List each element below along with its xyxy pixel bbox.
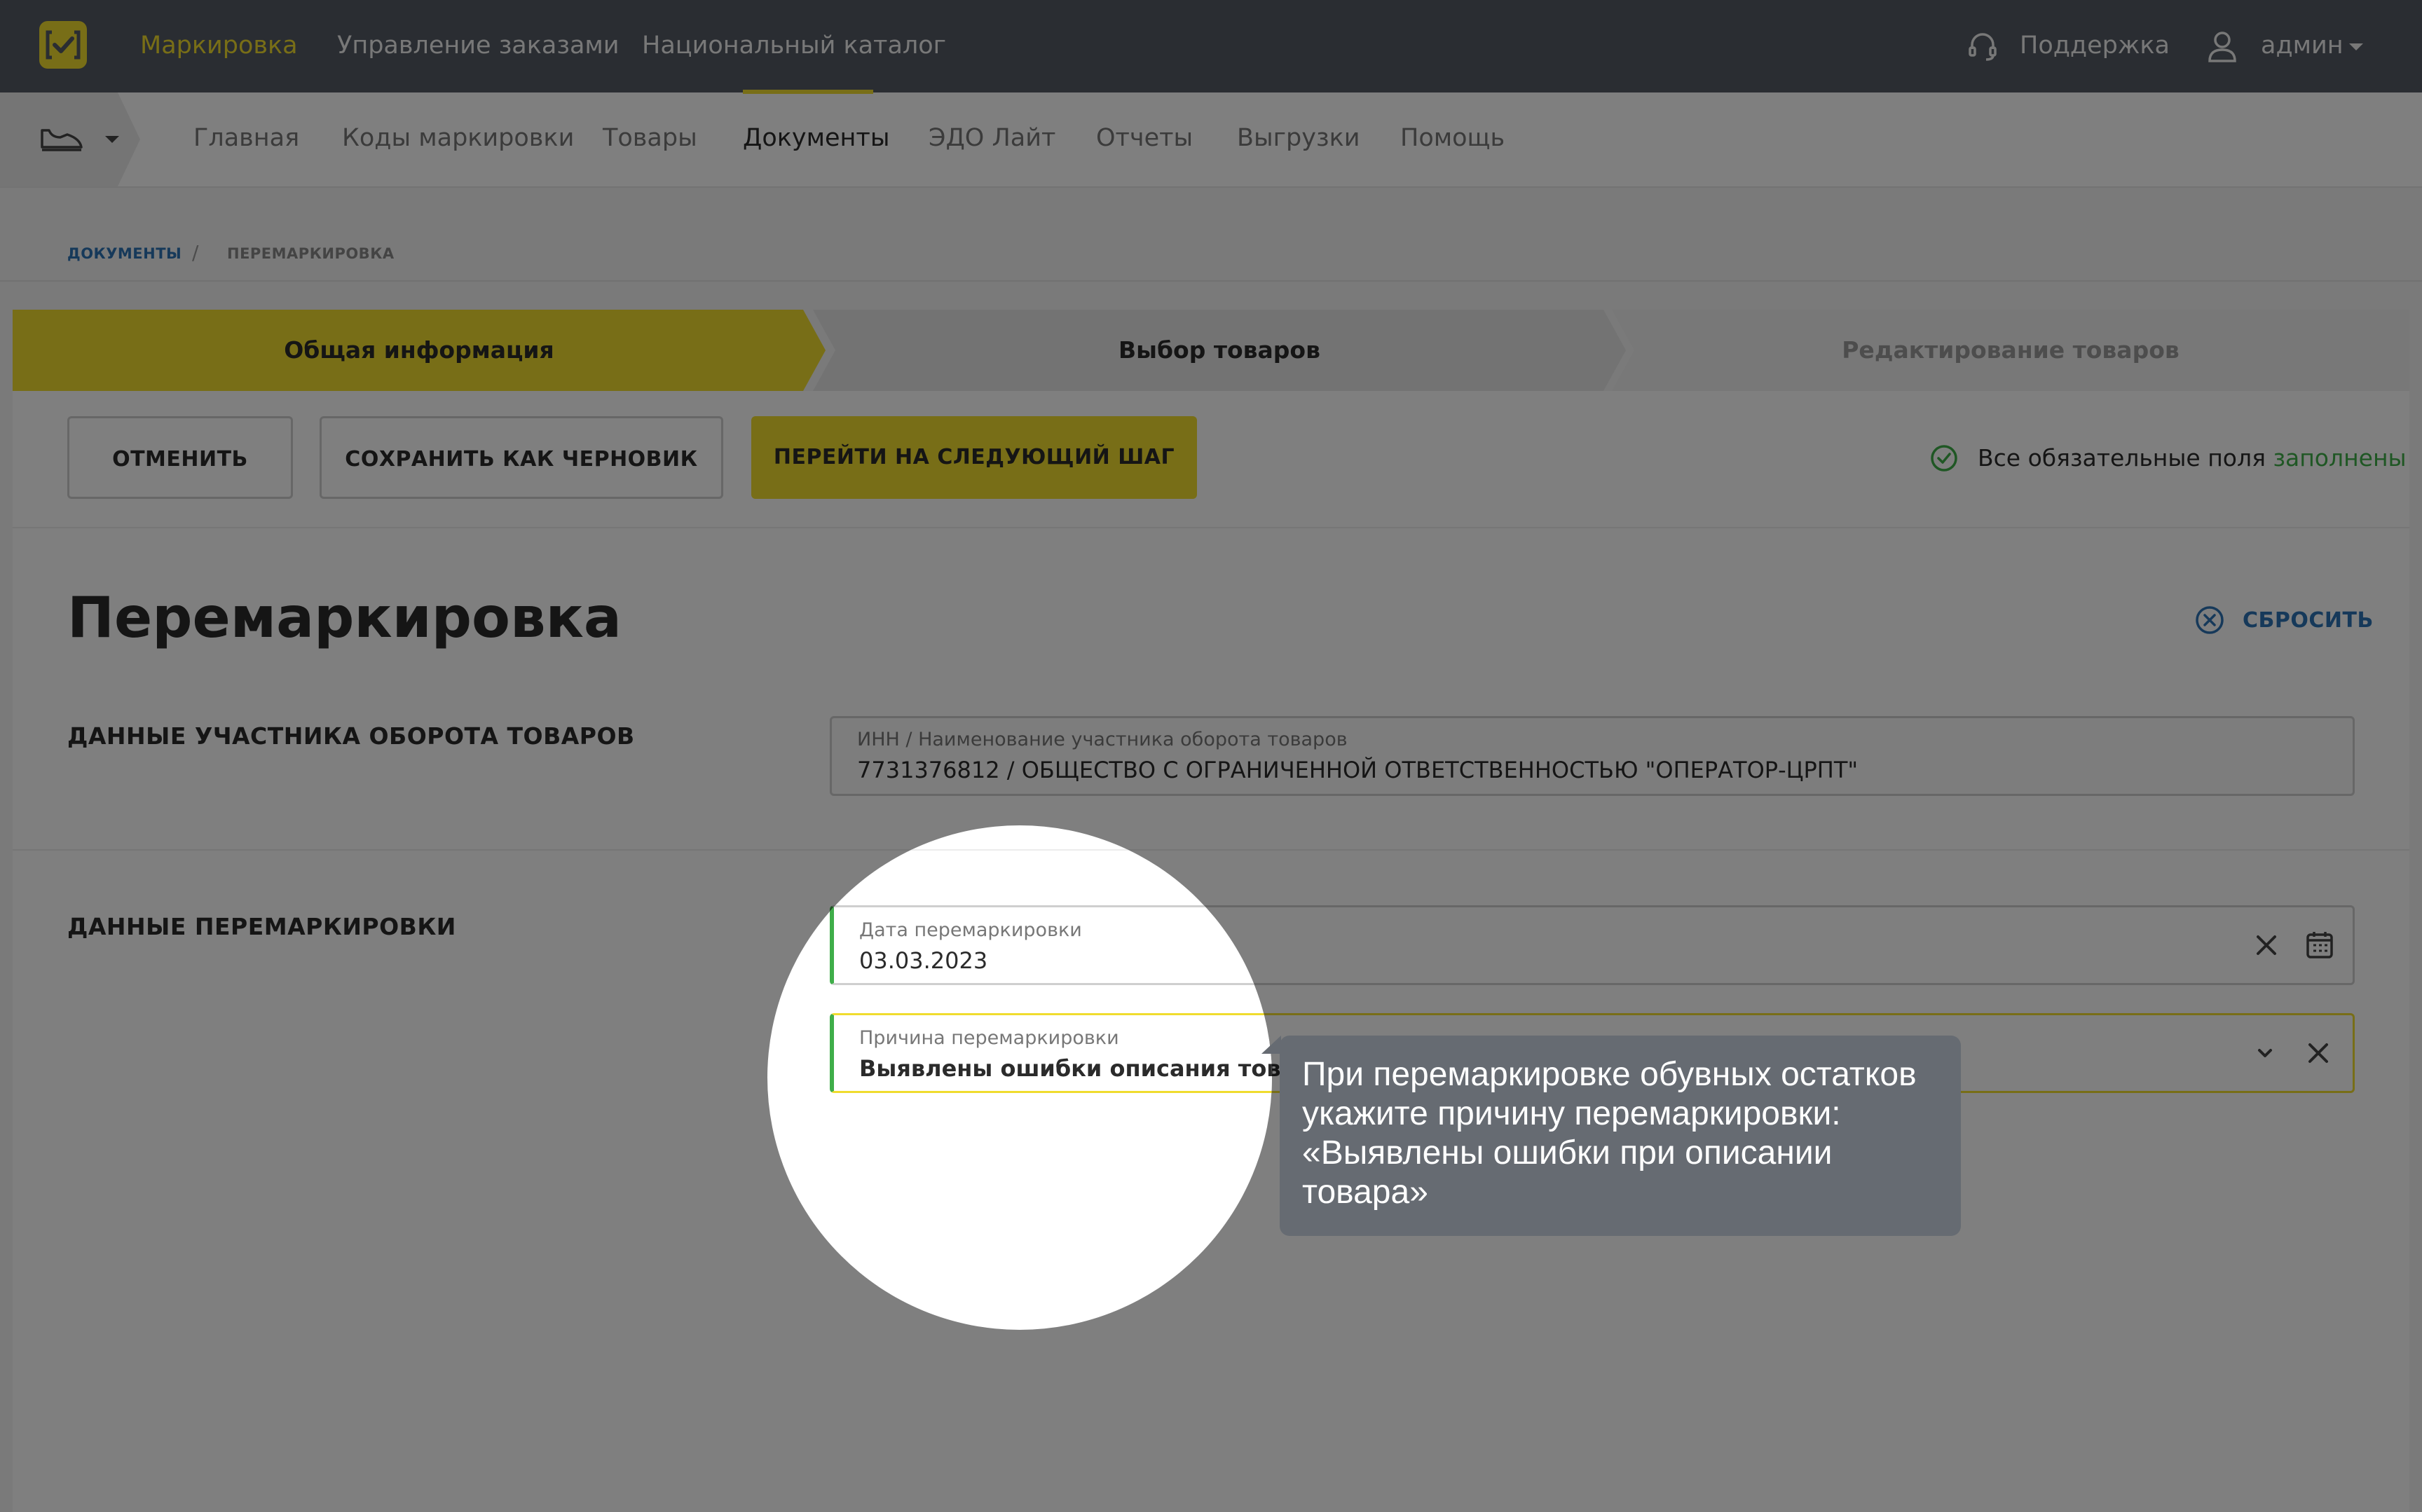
active-tab-indicator [743, 90, 873, 94]
subnav-documents[interactable]: Документы [743, 123, 889, 153]
step-edit-goods[interactable]: Редактирование товаров [1612, 310, 2409, 391]
subnav-goods[interactable]: Товары [603, 123, 697, 153]
spotlight-reason-label: Причина перемаркировки [859, 1027, 1119, 1049]
subnav-edo[interactable]: ЭДО Лайт [929, 123, 1055, 153]
user-menu-caret-icon[interactable] [2349, 43, 2363, 50]
breadcrumb-separator: / [192, 241, 199, 264]
save-draft-button[interactable]: СОХРАНИТЬ КАК ЧЕРНОВИК [320, 416, 723, 499]
step-label: Редактирование товаров [1842, 336, 2180, 364]
chevron-down-icon[interactable] [2254, 1043, 2276, 1063]
participant-field: ИНН / Наименование участника оборота тов… [830, 716, 2355, 796]
user-name[interactable]: админ [2261, 31, 2344, 60]
spotlight-reason-value: Выявлены ошибки описания товара [859, 1055, 1272, 1082]
user-icon[interactable] [2206, 29, 2238, 63]
step-general-info[interactable]: Общая информация [13, 310, 826, 391]
subnav-home[interactable]: Главная [193, 123, 299, 153]
step-select-goods[interactable]: Выбор товаров [813, 310, 1626, 391]
reset-circle-x-icon[interactable] [2195, 605, 2224, 635]
spotlight-date-value: 03.03.2023 [859, 947, 988, 974]
check-circle-icon [1930, 444, 1958, 472]
breadcrumb-divider [0, 280, 2422, 282]
hint-tooltip: При перемаркировке обувных остатков укаж… [1280, 1036, 1961, 1236]
subnav-codes[interactable]: Коды маркировки [342, 123, 574, 153]
toolbar-divider [13, 527, 2409, 528]
participant-field-label: ИНН / Наименование участника оборота тов… [857, 729, 1348, 750]
page-title: Перемаркировка [67, 585, 622, 650]
reset-button[interactable]: СБРОСИТЬ [2243, 607, 2374, 635]
topnav-orders[interactable]: Управление заказами [337, 31, 620, 60]
spotlight-date-label: Дата перемаркировки [859, 919, 1082, 941]
chevron-down-icon[interactable] [105, 136, 119, 143]
next-step-button[interactable]: ПЕРЕЙТИ НА СЛЕДУЮЩИЙ ШАГ [751, 416, 1197, 499]
section-nav: Главная Коды маркировки Товары Документы… [0, 92, 2422, 188]
clear-date-close-icon[interactable] [2254, 933, 2279, 958]
required-fields-status: Все обязательные поля заполнены [1978, 443, 2407, 474]
topnav-marking[interactable]: Маркировка [140, 31, 298, 60]
topnav-catalog[interactable]: Национальный каталог [642, 31, 946, 60]
breadcrumb-current: ПЕРЕМАРКИРОВКА [227, 245, 395, 262]
app-logo-icon[interactable] [39, 21, 87, 69]
participant-section-label: ДАННЫЕ УЧАСТНИКА ОБОРОТА ТОВАРОВ [67, 722, 635, 750]
status-highlight: заполнены [2273, 444, 2407, 472]
top-bar: Маркировка Управление заказами Националь… [0, 0, 2422, 92]
subnav-exports[interactable]: Выгрузки [1237, 123, 1360, 153]
product-group-selector[interactable] [0, 92, 140, 186]
shoe-icon [39, 125, 84, 153]
breadcrumb-documents[interactable]: ДОКУМЕНТЫ [67, 245, 182, 263]
spotlight-reason-select[interactable]: Причина перемаркировки Выявлены ошибки о… [830, 1013, 1272, 1093]
spotlight-section-divider [767, 849, 1272, 851]
spotlight-date-field[interactable]: Дата перемаркировки 03.03.2023 [830, 905, 1272, 985]
subnav-help[interactable]: Помощь [1400, 123, 1505, 153]
step-label: Выбор товаров [1118, 336, 1320, 364]
status-text: Все обязательные поля [1978, 444, 2266, 472]
support-link[interactable]: Поддержка [2020, 31, 2170, 60]
tooltip-arrow [1261, 1036, 1281, 1054]
clear-reason-close-icon[interactable] [2306, 1040, 2331, 1066]
cancel-button[interactable]: ОТМЕНИТЬ [67, 416, 293, 499]
participant-field-value: 7731376812 / ОБЩЕСТВО С ОГРАНИЧЕННОЙ ОТВ… [857, 757, 1859, 783]
headset-icon[interactable] [1966, 31, 1999, 63]
calendar-icon[interactable] [2306, 930, 2334, 959]
spotlight-circle: Дата перемаркировки 03.03.2023 Причина п… [767, 825, 1272, 1330]
step-label: Общая информация [284, 336, 554, 364]
remark-section-label: ДАННЫЕ ПЕРЕМАРКИРОВКИ [67, 913, 456, 940]
subnav-reports[interactable]: Отчеты [1096, 123, 1193, 153]
